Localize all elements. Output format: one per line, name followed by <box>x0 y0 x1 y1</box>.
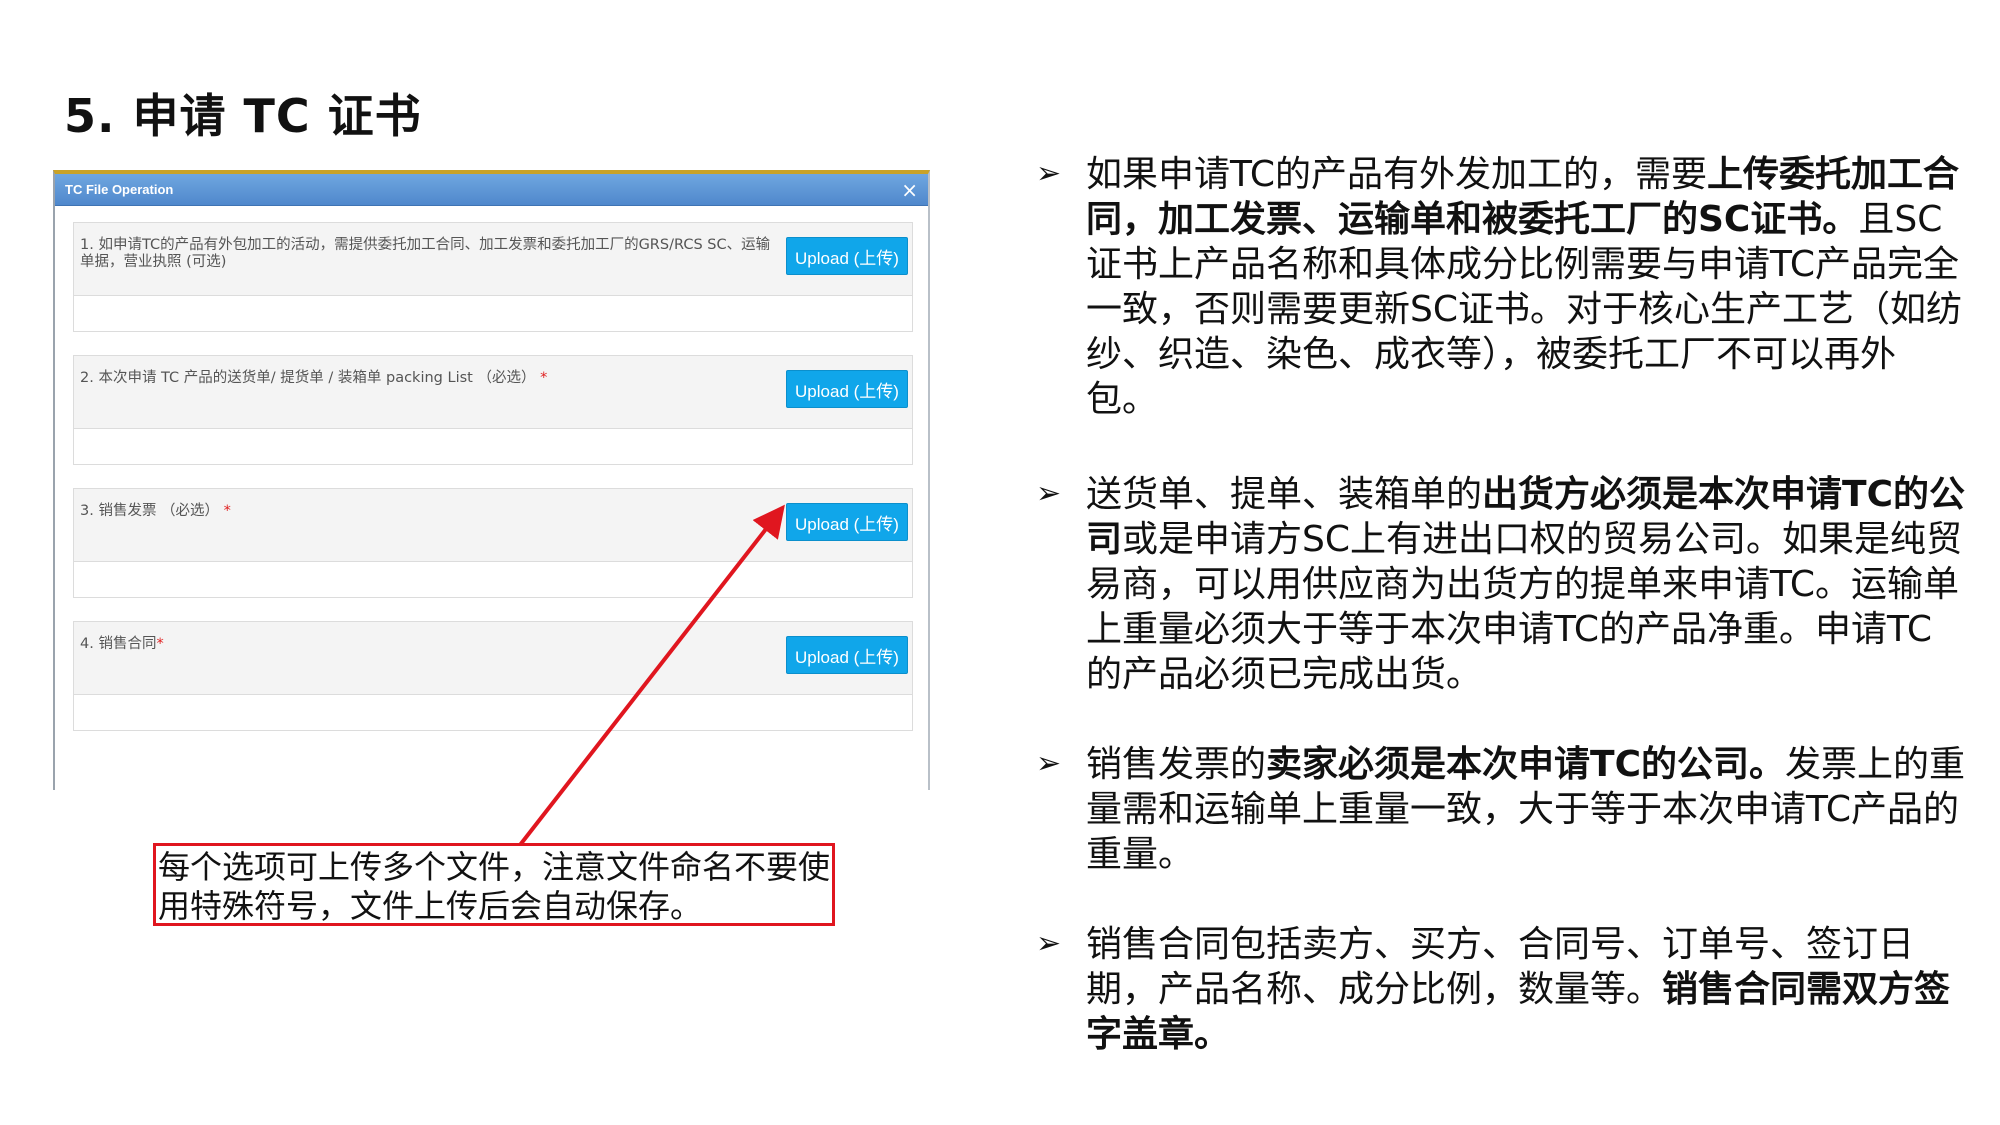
bold-span: 卖家必须是本次申请TC的公司。 <box>1266 744 1785 785</box>
bullet-text: 送货单、提单、装箱单的出货方必须是本次申请TC的公司或是申请方SC上有进出口权的… <box>1086 472 1966 697</box>
bullet-text: 销售合同包括卖方、买方、合同号、订单号、签订日期，产品名称、成分比例，数量等。销… <box>1086 922 1966 1057</box>
bullet-arrow-icon: ➢ <box>1036 926 1062 961</box>
bullet-arrow-icon: ➢ <box>1036 746 1062 781</box>
arrow-line <box>518 504 785 847</box>
bullet-arrow-icon: ➢ <box>1036 156 1062 191</box>
bullet-item: ➢ 送货单、提单、装箱单的出货方必须是本次申请TC的公司或是申请方SC上有进出口… <box>1036 472 1976 697</box>
callout-note: 每个选项可上传多个文件，注意文件命名不要使用特殊符号，文件上传后会自动保存。 <box>153 843 835 926</box>
text-span: 或是申请方SC上有进出口权的贸易公司。如果是纯贸易商，可以用供应商为出货方的提单… <box>1086 519 1963 695</box>
text-span: 销售发票的 <box>1086 744 1267 785</box>
text-span: 如果申请TC的产品有外发加工的，需要 <box>1086 154 1708 195</box>
bullet-item: ➢ 如果申请TC的产品有外发加工的，需要上传委托加工合同，加工发票、运输单和被委… <box>1036 152 1976 422</box>
bullet-text: 如果申请TC的产品有外发加工的，需要上传委托加工合同，加工发票、运输单和被委托工… <box>1086 152 1966 422</box>
bullet-item: ➢ 销售合同包括卖方、买方、合同号、订单号、签订日期，产品名称、成分比例，数量等… <box>1036 922 1976 1057</box>
bullet-item: ➢ 销售发票的卖家必须是本次申请TC的公司。发票上的重量需和运输单上重量一致，大… <box>1036 742 1976 877</box>
bullet-arrow-icon: ➢ <box>1036 476 1062 511</box>
bullet-text: 销售发票的卖家必须是本次申请TC的公司。发票上的重量需和运输单上重量一致，大于等… <box>1086 742 1966 877</box>
text-span: 送货单、提单、装箱单的 <box>1086 474 1483 515</box>
